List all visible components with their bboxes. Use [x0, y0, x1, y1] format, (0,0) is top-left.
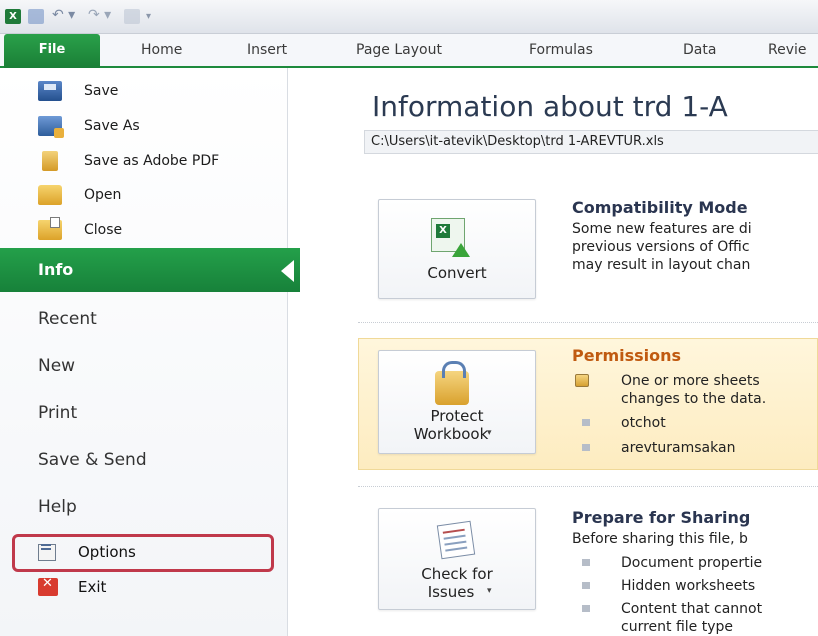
convert-button[interactable]: Convert [378, 199, 536, 299]
file-path: C:\Users\it-atevik\Desktop\trd 1-AREVTUR… [364, 130, 818, 154]
compatibility-text-2: previous versions of Offic [572, 239, 750, 255]
open-command[interactable]: Open [38, 182, 121, 208]
save-icon [38, 81, 62, 101]
compatibility-heading: Compatibility Mode [572, 198, 748, 217]
tab-file[interactable]: File [4, 34, 100, 68]
bullet-icon [582, 419, 590, 426]
nav-item-print[interactable]: Print [38, 403, 77, 423]
tab-data[interactable]: Data [683, 42, 716, 58]
section-divider [358, 322, 818, 323]
prepare-item-3-continued: current file type [621, 619, 733, 635]
excel-convert-icon [431, 218, 470, 257]
tab-insert[interactable]: Insert [247, 42, 287, 58]
prepare-item-2: Hidden worksheets [621, 578, 756, 594]
save-as-pdf-command[interactable]: Save as Adobe PDF [38, 148, 219, 174]
print-preview-icon[interactable] [124, 9, 140, 24]
excel-app-icon[interactable]: X [5, 9, 21, 24]
open-label: Open [84, 187, 122, 203]
prepare-item-1: Document propertie [621, 555, 763, 571]
save-icon[interactable] [28, 9, 44, 24]
close-command[interactable]: Close [38, 217, 122, 243]
compatibility-text-3: may result in layout chan [572, 257, 751, 273]
bullet-icon [582, 444, 590, 451]
compatibility-text-1: Some new features are di [572, 221, 752, 237]
tab-home[interactable]: Home [141, 42, 182, 58]
folder-open-icon [38, 185, 62, 205]
dropdown-arrow-icon: ▾ [487, 586, 492, 596]
dropdown-arrow-icon: ▾ [487, 428, 492, 438]
nav-item-help[interactable]: Help [38, 497, 77, 517]
selection-pointer-icon [281, 260, 294, 282]
folder-close-icon [38, 217, 62, 240]
undo-icon[interactable]: ↶ ▾ [52, 8, 80, 24]
save-command[interactable]: Save [38, 78, 118, 104]
tab-review[interactable]: Revie [768, 42, 807, 58]
convert-button-label: Convert [427, 264, 487, 282]
permission-user-2: arevturamsakan [621, 440, 736, 456]
save-label: Save [84, 83, 119, 99]
prepare-intro: Before sharing this file, b [572, 531, 748, 547]
check-button-label-1: Check for [421, 565, 493, 583]
bullet-icon [582, 605, 590, 612]
pdf-icon [42, 151, 58, 171]
nav-item-recent[interactable]: Recent [38, 309, 97, 329]
nav-item-save-send[interactable]: Save & Send [38, 450, 147, 470]
page-title: Information about trd 1-A [372, 90, 728, 123]
exit-command[interactable]: Exit [38, 575, 106, 599]
nav-item-info[interactable]: Info [0, 248, 300, 292]
prepare-heading: Prepare for Sharing [572, 508, 751, 527]
save-as-command[interactable]: Save As [38, 113, 140, 139]
permissions-heading: Permissions [572, 346, 682, 365]
permissions-text-1: One or more sheets [621, 373, 760, 389]
save-as-label: Save As [84, 118, 140, 134]
protect-workbook-button[interactable]: Protect Workbook ▾ [378, 350, 536, 454]
save-as-pdf-label: Save as Adobe PDF [84, 153, 220, 169]
check-for-issues-button[interactable]: Check for Issues ▾ [378, 508, 536, 610]
ribbon-tab-bar: File Home Insert Page Layout Formulas Da… [0, 34, 818, 68]
options-highlight-box [12, 534, 274, 572]
redo-icon[interactable]: ↷ ▾ [88, 8, 116, 24]
permissions-text-2: changes to the data. [621, 391, 767, 407]
check-button-label-2: Issues [427, 583, 475, 601]
lock-key-icon [435, 361, 469, 405]
tab-formulas[interactable]: Formulas [529, 42, 593, 58]
quick-access-toolbar: X ↶ ▾ ↷ ▾ ▾ [0, 0, 818, 34]
save-as-icon [38, 116, 64, 138]
tab-page-layout[interactable]: Page Layout [356, 42, 442, 58]
sheet-lock-icon [575, 374, 589, 387]
bullet-icon [582, 582, 590, 589]
exit-icon [38, 578, 58, 596]
permission-user-1: otchot [621, 415, 666, 431]
close-label: Close [84, 222, 123, 238]
prepare-item-3: Content that cannot [621, 601, 763, 617]
bullet-icon [582, 559, 590, 566]
protect-button-label-1: Protect [430, 407, 484, 425]
exit-label: Exit [78, 578, 107, 596]
protect-button-label-2: Workbook [413, 425, 489, 443]
nav-item-new[interactable]: New [38, 356, 75, 376]
customize-toolbar-icon[interactable]: ▾ [146, 9, 160, 24]
nav-item-info-label: Info [38, 260, 74, 279]
section-divider [358, 486, 818, 487]
inspect-document-icon [436, 520, 476, 560]
